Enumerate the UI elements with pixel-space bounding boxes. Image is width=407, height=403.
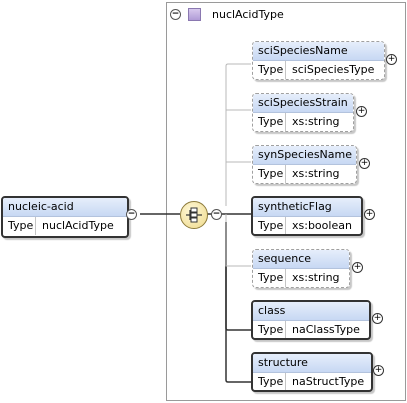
element-sequence[interactable]: sequence Type xs:string — [252, 249, 350, 288]
element-name: class — [253, 302, 369, 321]
element-name: sciSpeciesName — [253, 42, 384, 61]
root-element-name: nucleic-acid — [3, 198, 127, 217]
element-syntheticFlag[interactable]: syntheticFlag Type xs:boolean — [251, 196, 363, 236]
type-label: Type — [253, 269, 286, 287]
type-value: naStructType — [292, 375, 365, 388]
root-type-label: Type — [3, 217, 36, 235]
expand-structure-button[interactable]: + — [373, 365, 384, 376]
type-label: Type — [253, 373, 286, 390]
expand-syntheticFlag-button[interactable]: + — [364, 209, 375, 220]
type-value: naClassType — [292, 323, 360, 336]
element-name: sciSpeciesStrain — [253, 94, 353, 113]
type-label: Type — [253, 321, 286, 338]
expand-class-button[interactable]: + — [372, 313, 383, 324]
type-label: Type — [253, 165, 286, 183]
element-name: syntheticFlag — [253, 198, 361, 217]
sequence-compositor-icon[interactable] — [180, 201, 208, 229]
type-value: xs:boolean — [292, 219, 352, 232]
element-structure[interactable]: structure Type naStructType — [251, 352, 373, 392]
element-name: synSpeciesName — [253, 146, 356, 165]
expand-sequence-button[interactable]: + — [352, 262, 363, 273]
element-synSpeciesName[interactable]: synSpeciesName Type xs:string — [252, 145, 357, 184]
expand-sciSpeciesName-button[interactable]: + — [386, 54, 397, 65]
root-type-value: nuclAcidType — [42, 219, 114, 232]
element-class[interactable]: class Type naClassType — [251, 300, 371, 340]
type-value: xs:string — [292, 167, 340, 180]
collapse-root-button[interactable]: − — [126, 209, 137, 220]
type-value: sciSpeciesType — [292, 63, 375, 76]
root-element-node[interactable]: nucleic-acid Type nuclAcidType — [1, 196, 129, 238]
collapse-sequence-button[interactable]: − — [211, 209, 222, 220]
element-sciSpeciesName[interactable]: sciSpeciesName Type sciSpeciesType — [252, 41, 385, 80]
element-name: structure — [253, 354, 371, 373]
type-label: Type — [253, 61, 286, 79]
type-label: Type — [253, 113, 286, 131]
type-value: xs:string — [292, 271, 340, 284]
type-label: Type — [253, 217, 286, 234]
element-name: sequence — [253, 250, 349, 269]
expand-sciSpeciesStrain-button[interactable]: + — [356, 106, 367, 117]
expand-synSpeciesName-button[interactable]: + — [359, 158, 370, 169]
type-value: xs:string — [292, 115, 340, 128]
element-sciSpeciesStrain[interactable]: sciSpeciesStrain Type xs:string — [252, 93, 354, 132]
